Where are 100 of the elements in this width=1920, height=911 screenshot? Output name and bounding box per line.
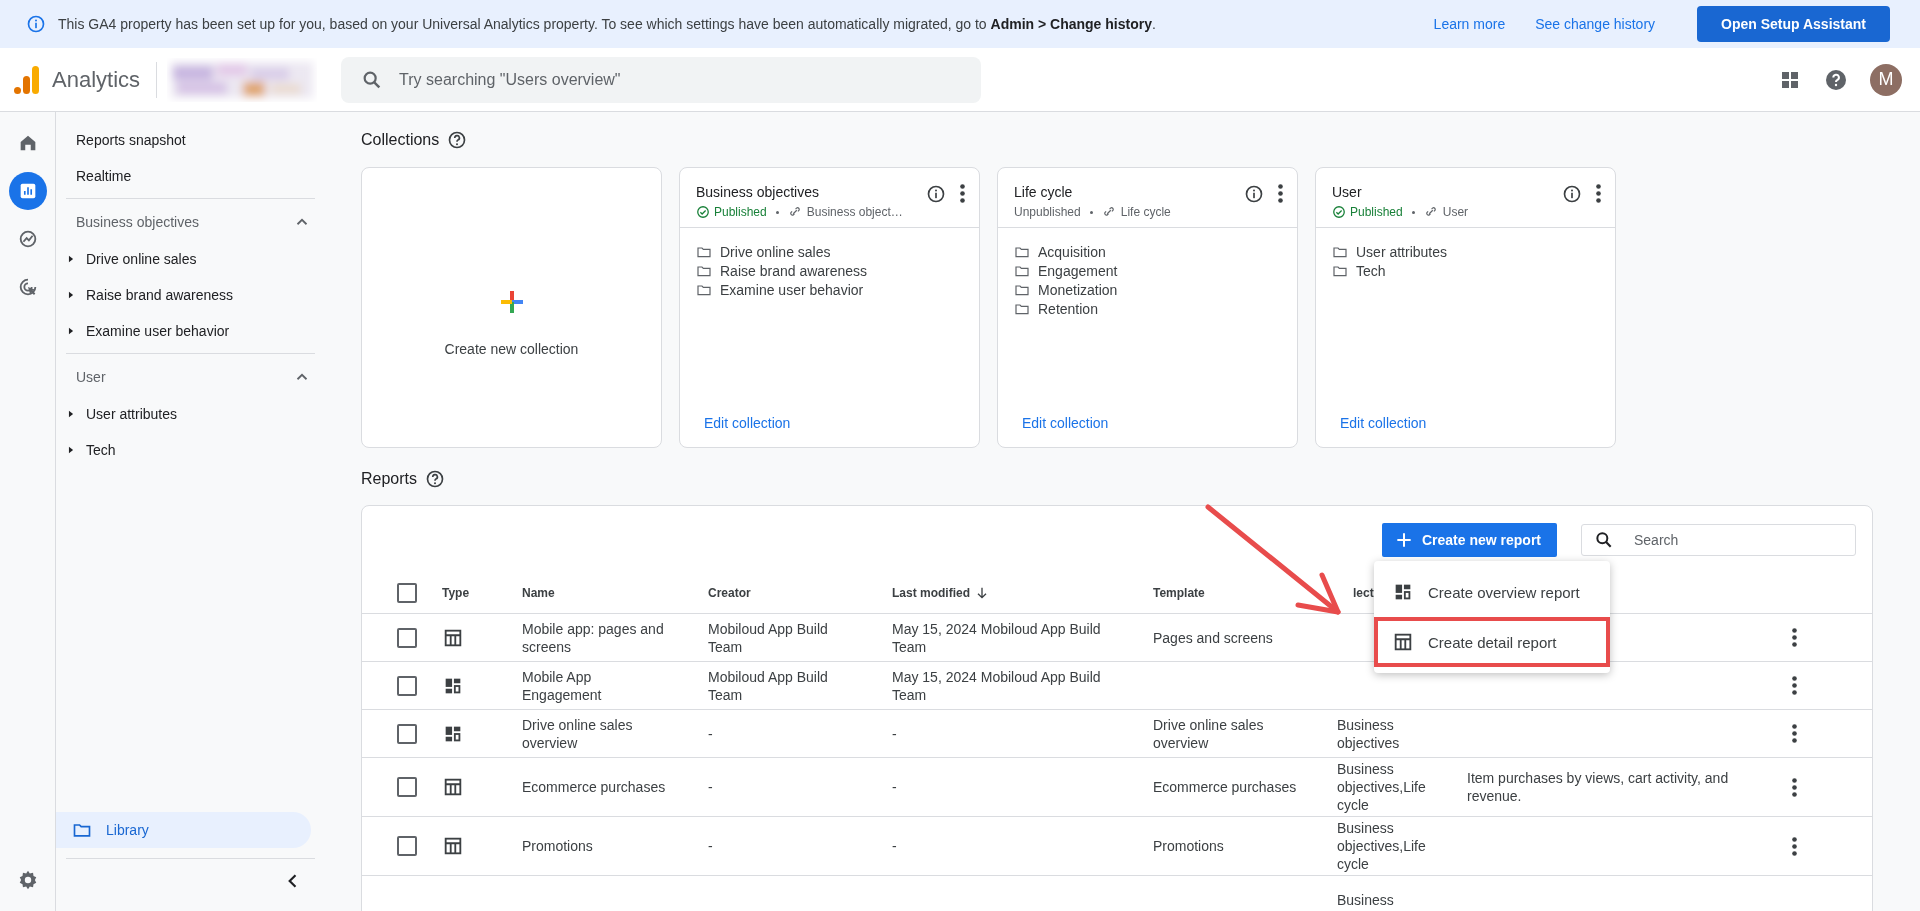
table-cell: -: [708, 778, 713, 796]
nav-item[interactable]: Tech: [86, 442, 116, 458]
row-menu-button[interactable]: [1792, 676, 1797, 695]
table-cell-text: Business objectives,Life cycle: [1337, 760, 1427, 814]
checkbox[interactable]: [397, 777, 417, 797]
status-label: Published: [696, 205, 767, 219]
folder-item: User attributes: [1356, 244, 1448, 260]
check-circle-icon: [696, 205, 710, 219]
folder-item: Tech: [1356, 263, 1386, 279]
table-cell-text: Drive online sales overview: [522, 715, 634, 752]
table-icon: [1392, 631, 1414, 653]
checkbox[interactable]: [397, 675, 417, 696]
create-collection-card[interactable]: Create new collection: [361, 167, 662, 448]
table-cell: Business: [1337, 890, 1394, 909]
column-header[interactable]: Template: [1153, 586, 1205, 600]
table-cell-text: May 15, 2024 Mobiloud App Build Team: [892, 667, 1102, 704]
section-heading: Collections: [361, 131, 440, 149]
create-report-button[interactable]: Create new report: [1381, 523, 1557, 557]
logo-icon: [14, 65, 40, 94]
menu-item[interactable]: Create overview report: [1374, 567, 1610, 617]
checkbox[interactable]: [397, 723, 417, 744]
checkbox[interactable]: [397, 836, 417, 856]
nav-item[interactable]: Examine user behavior: [86, 323, 230, 339]
edit-collection-link[interactable]: Edit collection: [680, 415, 979, 447]
more-icon: [1792, 628, 1797, 647]
more-icon: [960, 184, 965, 203]
separator-dot: [775, 210, 779, 214]
help-icon: [447, 130, 468, 150]
column-header[interactable]: Type: [442, 586, 470, 600]
folder-icon: [1014, 244, 1030, 260]
folder-item: Monetization: [1038, 282, 1118, 298]
folder-item: Retention: [1038, 301, 1098, 317]
menu-item[interactable]: Create detail report: [1374, 617, 1610, 667]
folder-icon: [1332, 244, 1348, 260]
row-menu-button[interactable]: [1792, 777, 1797, 797]
row-menu-button[interactable]: [1792, 836, 1797, 856]
search-field[interactable]: Search: [1581, 524, 1856, 556]
banner-message: This GA4 property has been set up for you, based on your Universal Analytics property. To see which settings have been automatically migrated, go to Admin > Change history.: [58, 16, 1157, 32]
template-name: User: [1442, 205, 1469, 219]
table-icon: [442, 776, 464, 798]
card-title: User: [1332, 184, 1363, 200]
info-icon: [1244, 184, 1264, 204]
more-icon: [1792, 724, 1797, 743]
column-header[interactable]: Creator: [708, 586, 751, 600]
table-cell: Promotions: [522, 837, 593, 855]
info-icon: [926, 184, 946, 204]
separator-dot: [1411, 210, 1415, 214]
table-cell-text: Item purchases by views, cart activity, and revenue.: [1467, 769, 1730, 805]
info-icon: [26, 14, 46, 34]
folder-icon: [1332, 263, 1348, 279]
table-cell: Promotions: [1153, 837, 1224, 855]
section-title: User: [76, 369, 106, 385]
help-icon: [1824, 67, 1848, 92]
search-field[interactable]: Try searching "Users overview": [341, 56, 982, 103]
template-name: Life cycle: [1120, 205, 1171, 219]
table-cell: -: [892, 778, 897, 796]
table-cell-text: Drive online sales overview: [1153, 715, 1265, 752]
table-cell-text: Mobile app: pages and screens: [522, 619, 665, 656]
column-header[interactable]: lect: [1353, 586, 1374, 600]
plus-icon: [498, 288, 525, 315]
search-icon: [1594, 530, 1614, 550]
help-icon: [425, 469, 446, 489]
column-header[interactable]: Last modified: [892, 586, 970, 600]
edit-collection-link[interactable]: Edit collection: [998, 415, 1297, 447]
folder-icon: [696, 282, 712, 298]
row-menu-button[interactable]: [1792, 724, 1797, 743]
product-name: Analytics: [52, 61, 158, 98]
card-title: Life cycle: [1014, 184, 1074, 200]
table-cell: Pages and screens: [1153, 628, 1273, 647]
more-icon: [1792, 676, 1797, 695]
status-label: Published: [1332, 205, 1403, 219]
check-circle-icon: [1332, 205, 1346, 219]
banner-link[interactable]: See change history: [1535, 16, 1656, 32]
library-item[interactable]: Library: [56, 812, 311, 848]
table-cell: -: [708, 724, 713, 743]
banner-link[interactable]: Learn more: [1433, 16, 1506, 32]
row-menu-button[interactable]: [1792, 628, 1797, 647]
table-cell-text: Business objectives: [1337, 715, 1401, 752]
edit-collection-link[interactable]: Edit collection: [1316, 415, 1615, 447]
folder-icon: [1014, 301, 1030, 317]
checkbox[interactable]: [397, 627, 417, 648]
template-name: Business object…: [806, 205, 903, 219]
nav-item[interactable]: Realtime: [56, 158, 331, 194]
nav-item[interactable]: User attributes: [86, 406, 178, 422]
checkbox[interactable]: [397, 583, 417, 603]
rail-button[interactable]: [8, 172, 47, 210]
nav-item[interactable]: Raise brand awareness: [86, 287, 234, 303]
section-heading: Reports: [361, 470, 418, 488]
folder-icon: [1014, 282, 1030, 298]
column-header[interactable]: Name: [522, 586, 555, 600]
card-label: Create new collection: [444, 340, 579, 357]
table-icon: [442, 835, 464, 857]
folder-item: Raise brand awareness: [720, 263, 868, 279]
folder-icon: [696, 244, 712, 260]
setup-assistant-button[interactable]: Open Setup Assistant: [1697, 6, 1890, 42]
nav-item[interactable]: Drive online sales: [86, 251, 197, 267]
nav-item[interactable]: Reports snapshot: [56, 122, 331, 158]
avatar[interactable]: M: [1870, 63, 1902, 96]
folder-item: Drive online sales: [720, 244, 831, 260]
table-cell: -: [892, 724, 897, 743]
